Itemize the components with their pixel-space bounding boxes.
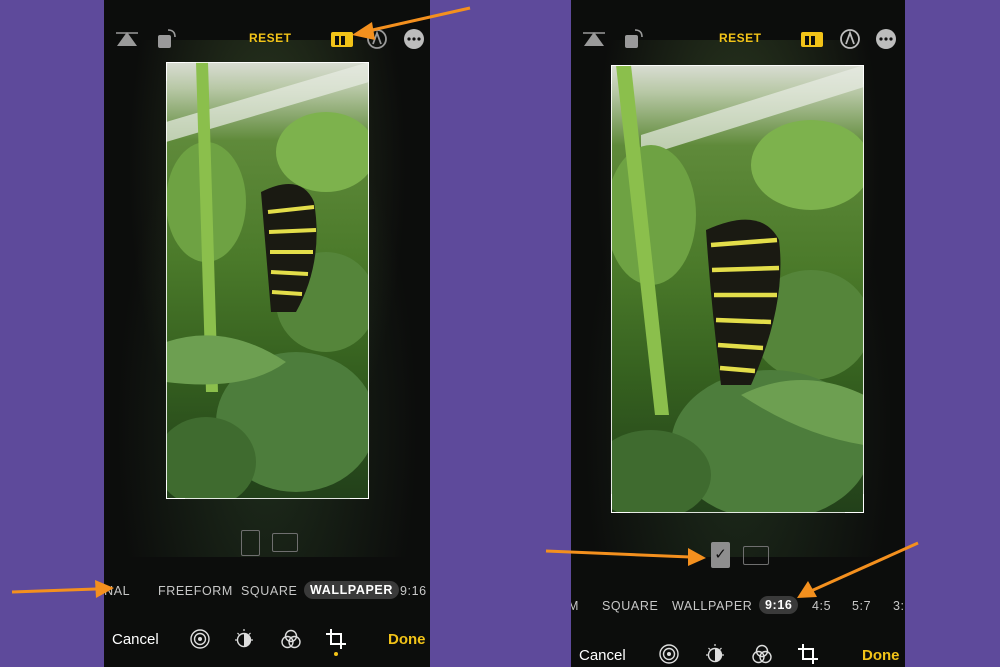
reset-button[interactable]: RESET [249, 31, 292, 45]
top-toolbar: RESET [571, 22, 905, 56]
adjust-icon[interactable] [704, 643, 726, 665]
filters-icon[interactable] [280, 628, 302, 650]
reset-button[interactable]: RESET [719, 31, 762, 45]
filters-icon[interactable] [751, 643, 773, 665]
more-icon[interactable] [873, 26, 899, 52]
adjust-icon[interactable] [233, 628, 255, 650]
portrait-orientation-button[interactable]: ✓ [711, 542, 730, 568]
done-button[interactable]: Done [388, 631, 426, 648]
aspect-option-wallpaper[interactable]: WALLPAPER [672, 599, 752, 613]
live-icon[interactable] [189, 628, 211, 650]
aspect-ratio-icon[interactable] [329, 26, 355, 52]
done-button[interactable]: Done [862, 647, 900, 664]
perspective-icon[interactable] [114, 26, 140, 52]
aspect-option-5-7[interactable]: 5:7 [852, 599, 871, 613]
perspective-icon[interactable] [581, 26, 607, 52]
active-tool-indicator [334, 652, 338, 656]
rotate-icon[interactable] [154, 26, 180, 52]
aspect-option-freeform[interactable]: M [571, 599, 579, 613]
aspect-option-4-5[interactable]: 4:5 [812, 599, 831, 613]
bottom-toolbar: Cancel Done [571, 643, 905, 667]
more-icon[interactable] [401, 26, 427, 52]
crop-icon[interactable] [325, 628, 347, 650]
cancel-button[interactable]: Cancel [112, 631, 159, 648]
aspect-option-square[interactable]: SQUARE [241, 584, 297, 598]
bottom-toolbar: Cancel Done [104, 628, 430, 658]
landscape-orientation-button[interactable] [272, 533, 298, 552]
aspect-option-freeform[interactable]: FREEFORM [158, 584, 233, 598]
aspect-option-9-16[interactable]: 9:16 [759, 596, 799, 614]
crop-icon[interactable] [797, 643, 819, 665]
top-toolbar: RESET [104, 22, 430, 56]
landscape-orientation-button[interactable] [743, 546, 769, 565]
photo-illustration [611, 65, 864, 513]
aspect-option-3[interactable]: 3: [893, 599, 905, 613]
photo-illustration [166, 62, 369, 499]
left-phone-screen: RESET NAL FREEFORM SQUARE WALLPAPER 9:16… [104, 0, 430, 667]
aspect-ratio-options: INAL FREEFORM SQUARE WALLPAPER 9:16 [104, 581, 430, 604]
aspect-option-square[interactable]: SQUARE [602, 599, 658, 613]
cancel-button[interactable]: Cancel [579, 647, 626, 664]
markup-icon[interactable] [837, 26, 863, 52]
rotate-icon[interactable] [621, 26, 647, 52]
aspect-option-9-16[interactable]: 9:16 [400, 584, 427, 598]
live-icon[interactable] [658, 643, 680, 665]
aspect-ratio-icon[interactable] [799, 26, 825, 52]
photo-caterpillar[interactable] [166, 62, 369, 499]
aspect-option-original[interactable]: INAL [104, 584, 130, 598]
arrow-to-aspect-options [11, 580, 114, 598]
aspect-option-wallpaper[interactable]: WALLPAPER [304, 581, 399, 599]
right-phone-screen: RESET ✓ M SQUARE WALLPAPER 9:16 4:5 5:7 … [571, 0, 905, 667]
photo-caterpillar[interactable] [611, 65, 864, 513]
aspect-ratio-options: M SQUARE WALLPAPER 9:16 4:5 5:7 3: [571, 596, 905, 619]
markup-icon[interactable] [364, 26, 390, 52]
portrait-orientation-button[interactable] [241, 530, 260, 556]
